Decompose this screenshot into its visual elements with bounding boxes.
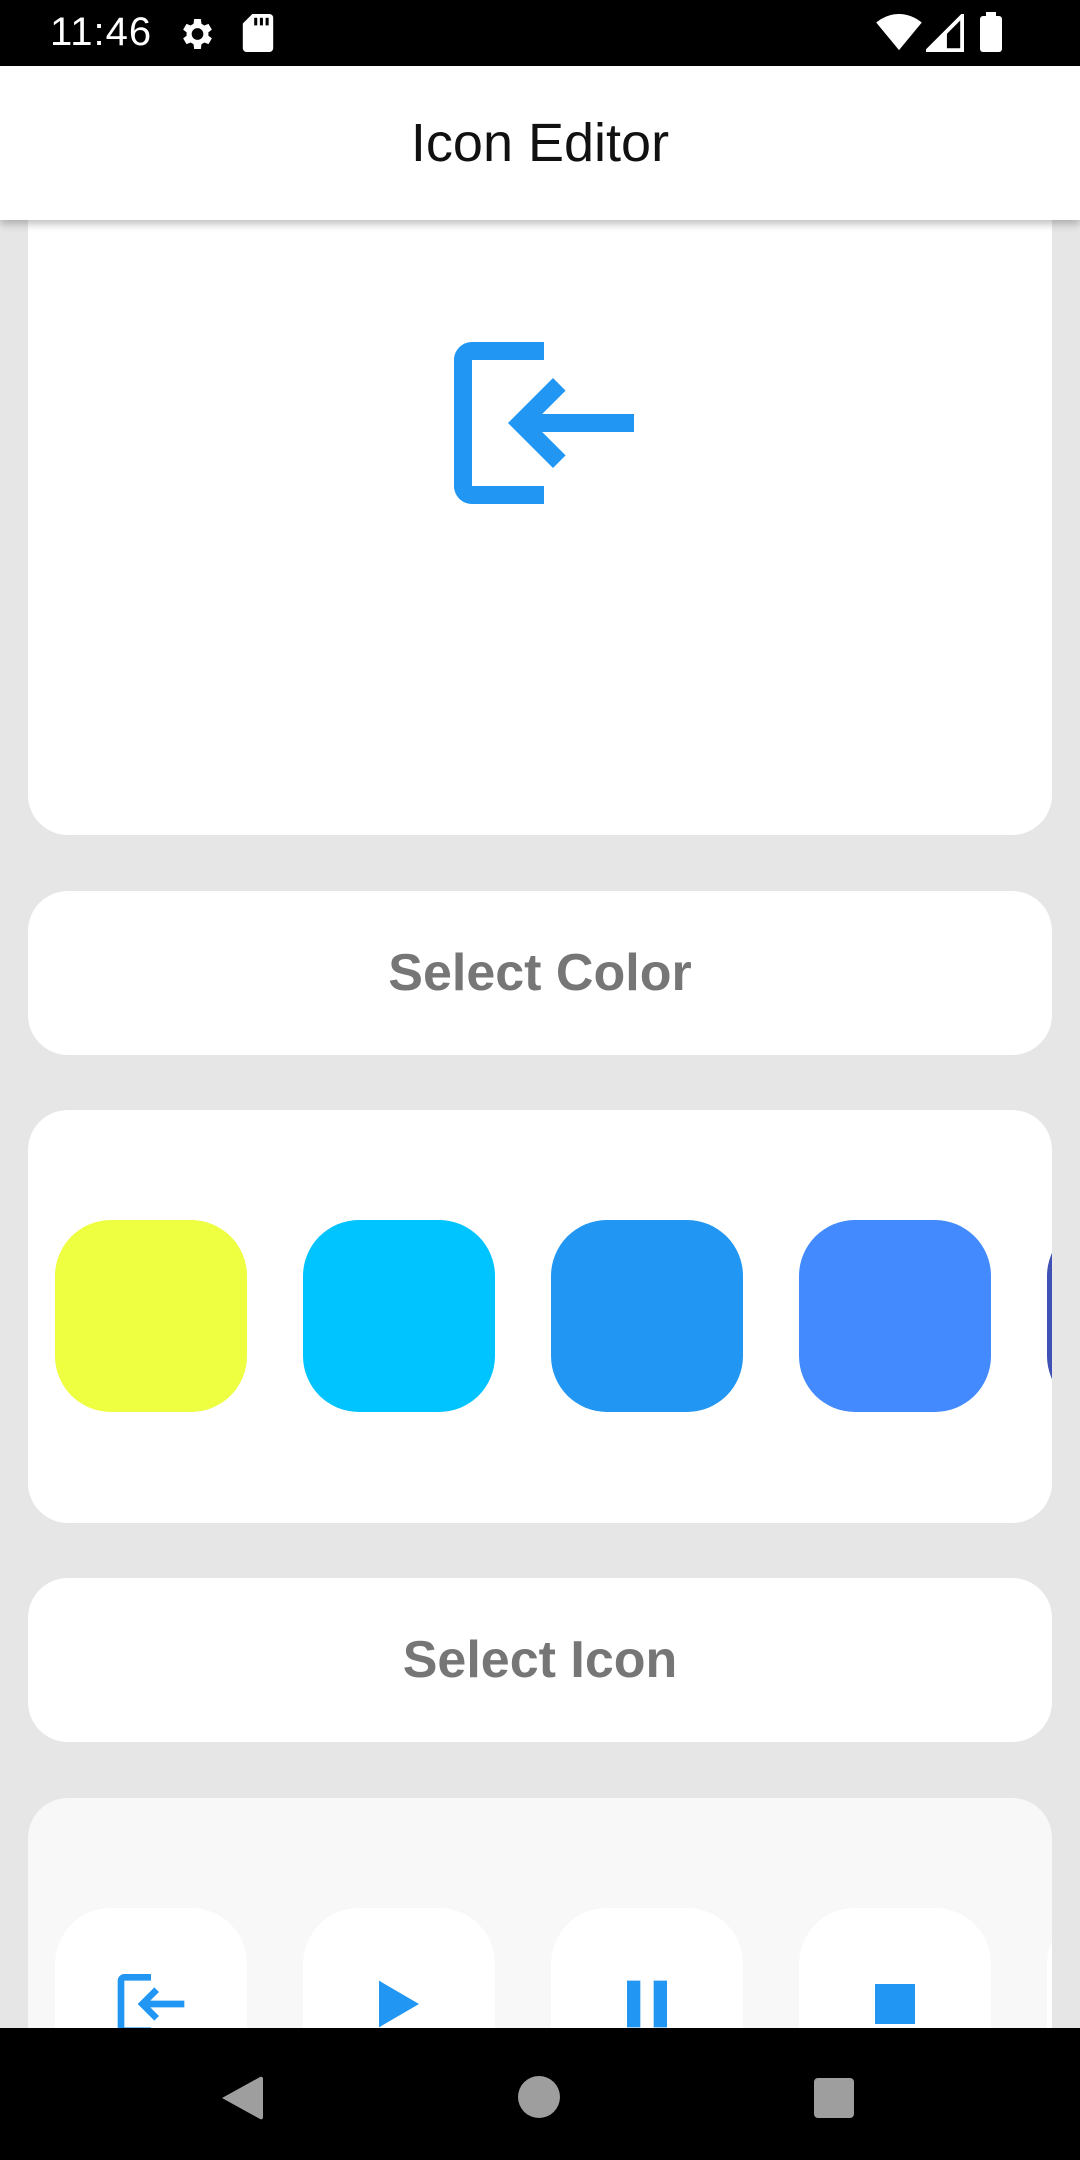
color-swatch-yellow[interactable] bbox=[55, 1220, 247, 1412]
login-icon bbox=[454, 342, 634, 504]
status-bar: 11:46 bbox=[0, 0, 1080, 66]
app-bar: Icon Editor bbox=[0, 66, 1080, 220]
wifi-icon bbox=[876, 14, 922, 51]
select-icon-label: Select Icon bbox=[402, 1631, 678, 1689]
color-swatch-accent-blue[interactable] bbox=[799, 1220, 991, 1412]
home-icon[interactable] bbox=[518, 2076, 560, 2118]
screen: 11:46 Icon Editor Select Color Select Ic… bbox=[0, 0, 1080, 2160]
battery-icon bbox=[980, 12, 1002, 52]
color-swatch-indigo[interactable] bbox=[1047, 1220, 1052, 1412]
signal-icon bbox=[926, 14, 964, 52]
recents-icon[interactable] bbox=[814, 2078, 854, 2118]
gear-icon bbox=[183, 19, 212, 49]
color-palette bbox=[28, 1110, 1052, 1523]
back-icon[interactable] bbox=[220, 2074, 264, 2122]
select-color-button[interactable]: Select Color bbox=[28, 891, 1052, 1055]
status-time: 11:46 bbox=[50, 10, 153, 54]
icon-preview-card bbox=[28, 180, 1052, 835]
page-title: Icon Editor bbox=[410, 113, 670, 173]
color-swatch-light-blue[interactable] bbox=[303, 1220, 495, 1412]
select-color-label: Select Color bbox=[388, 944, 692, 1002]
navigation-bar bbox=[0, 2028, 1080, 2160]
select-icon-button[interactable]: Select Icon bbox=[28, 1578, 1052, 1742]
sd-card-icon bbox=[242, 14, 274, 52]
color-swatch-blue[interactable] bbox=[551, 1220, 743, 1412]
